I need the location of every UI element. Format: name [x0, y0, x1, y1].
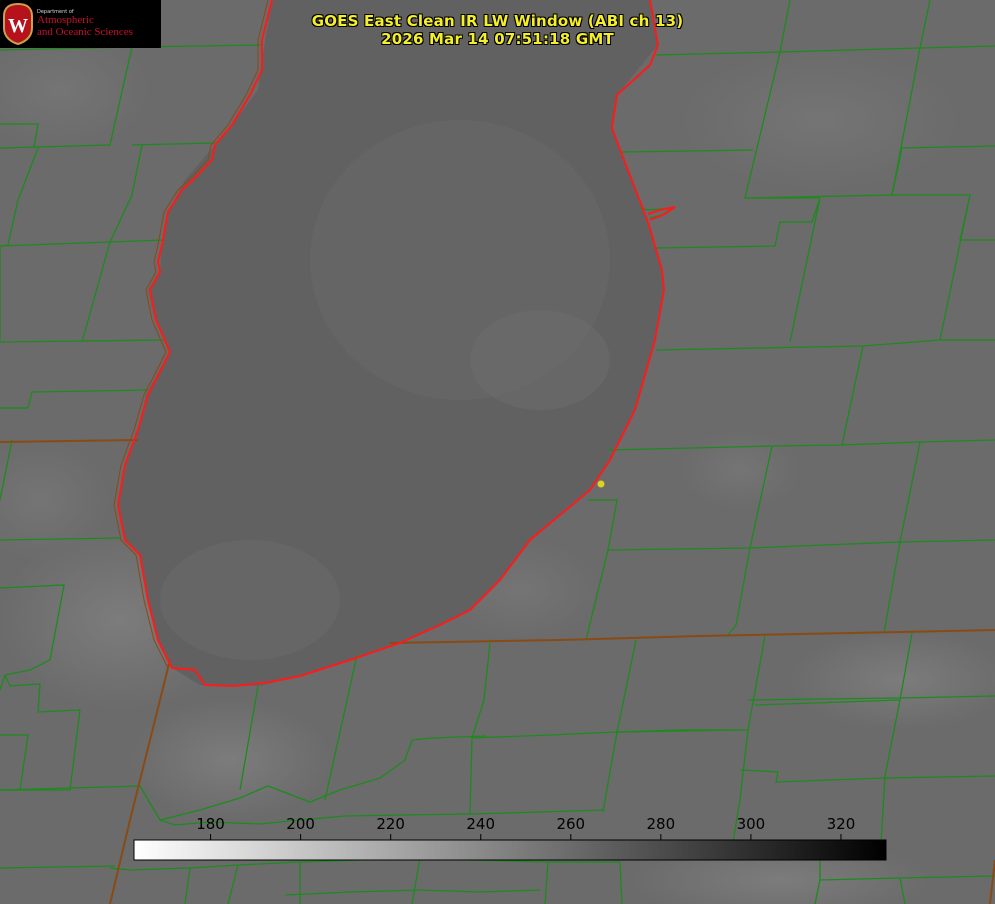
colorbar [133, 839, 887, 861]
colorbar-tick-label: 260 [556, 815, 586, 833]
colorbar-tick-label: 280 [646, 815, 676, 833]
station-dot-icon [597, 480, 605, 488]
colorbar-tick-label: 220 [376, 815, 405, 833]
colorbar-tick-label: 200 [286, 815, 315, 833]
colorbar-tick-label: 180 [196, 815, 225, 833]
image-title: GOES East Clean IR LW Window (ABI ch 13) [311, 12, 684, 30]
image-timestamp: 2026 Mar 14 07:51:18 GMT [381, 30, 614, 48]
colorbar-tick-label: 320 [826, 815, 856, 833]
satellite-map [0, 0, 995, 904]
colorbar-tick-label: 240 [466, 815, 496, 833]
colorbar-tick-label: 300 [736, 815, 766, 833]
